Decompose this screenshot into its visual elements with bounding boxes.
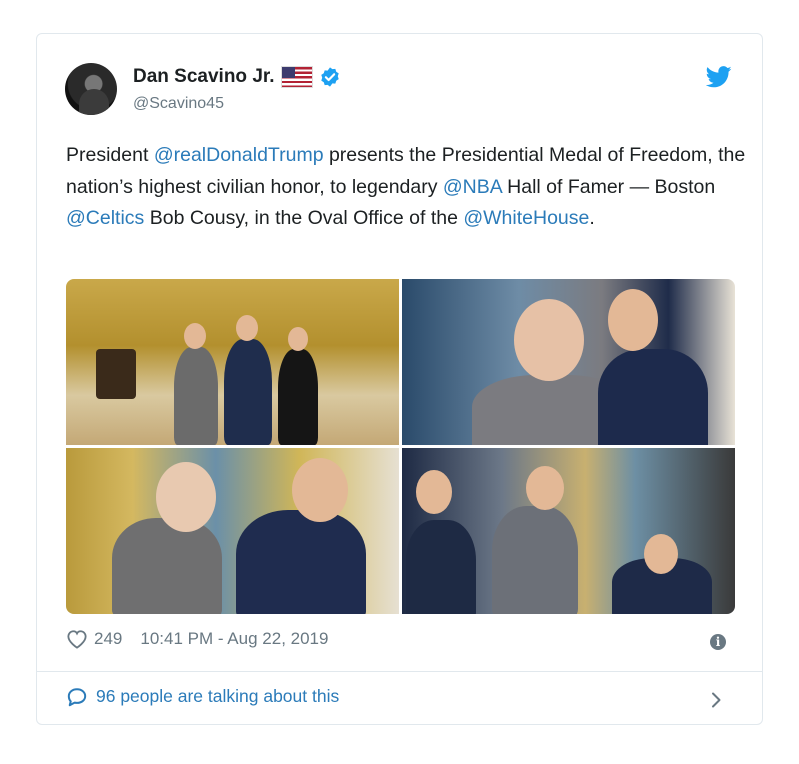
mention-link[interactable]: @realDonaldTrump <box>154 144 324 166</box>
speech-bubble-icon <box>67 687 87 706</box>
photo-medal-placement[interactable] <box>402 279 735 445</box>
chevron-right-icon[interactable] <box>706 690 726 710</box>
tweet-media-grid[interactable] <box>66 279 735 614</box>
mention-link[interactable]: @Celtics <box>66 207 144 229</box>
tweet-text-segment: President <box>66 144 154 166</box>
tweet-text-segment: Hall of Famer — Boston <box>501 175 716 198</box>
photo-handshake[interactable] <box>66 448 399 614</box>
tweet-card: Dan Scavino Jr. @Scavino45 President @re… <box>36 33 763 725</box>
mention-link[interactable]: @NBA <box>443 176 502 198</box>
talking-link[interactable]: 96 people are talking about this <box>66 686 339 707</box>
author-avatar[interactable] <box>65 63 117 115</box>
footer-divider <box>37 671 762 672</box>
author-name[interactable]: Dan Scavino Jr. <box>133 66 275 88</box>
talking-text: 96 people are talking about this <box>96 686 340 706</box>
tweet-text: President @realDonaldTrump presents the … <box>66 140 746 235</box>
heart-icon[interactable] <box>66 629 88 649</box>
photo-medal-ceremony-wide[interactable] <box>66 279 399 445</box>
verified-badge-icon <box>319 66 341 88</box>
tweet-timestamp[interactable]: 10:41 PM - Aug 22, 2019 <box>140 629 328 649</box>
tweet-text-segment: . <box>589 207 595 229</box>
author-handle[interactable]: @Scavino45 <box>133 95 224 113</box>
mention-link[interactable]: @WhiteHouse <box>463 207 589 229</box>
author-name-row: Dan Scavino Jr. <box>133 66 341 88</box>
twitter-bird-icon[interactable] <box>706 66 732 88</box>
tweet-text-segment: Bob Cousy, in the Oval Office of the <box>144 207 464 229</box>
tweet-meta: 249 10:41 PM - Aug 22, 2019 <box>66 629 328 649</box>
like-count[interactable]: 249 <box>94 629 122 649</box>
info-icon[interactable]: i <box>710 634 726 650</box>
photo-group[interactable] <box>402 448 735 614</box>
us-flag-icon <box>280 66 313 88</box>
